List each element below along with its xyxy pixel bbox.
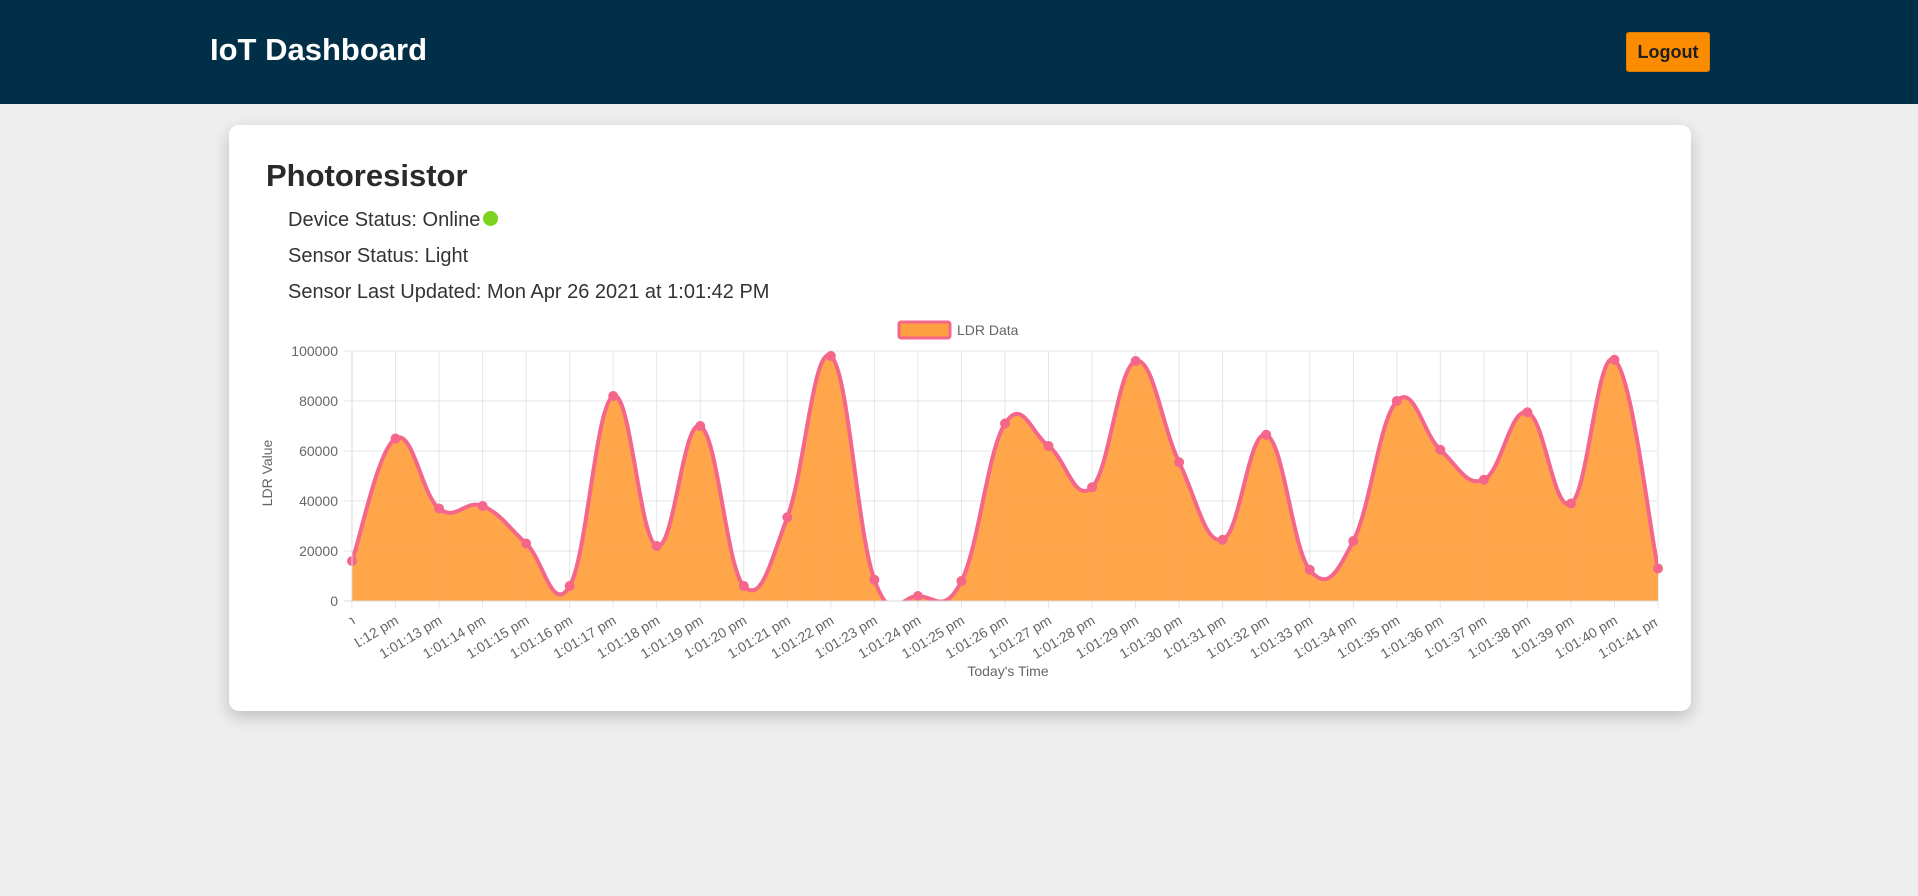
data-point[interactable] [1565, 498, 1576, 509]
data-point[interactable] [477, 501, 488, 511]
legend-label: LDR Data [957, 322, 1019, 338]
ldr-chart: LDR Data 0 20000 40000 60000 80000 100000 1:01… [259, 320, 1664, 679]
logout-button[interactable]: Logout [1626, 32, 1710, 72]
data-point[interactable] [738, 581, 749, 591]
data-point[interactable] [825, 351, 836, 361]
data-point[interactable] [1130, 356, 1141, 366]
navbar: IoT Dashboard Logout [0, 0, 1918, 104]
data-point[interactable] [608, 391, 619, 401]
data-point[interactable] [1435, 444, 1446, 455]
y-tick-label: 80000 [299, 393, 338, 409]
x-axis-label: Today's Time [967, 663, 1048, 679]
data-point[interactable] [1043, 441, 1054, 451]
data-point[interactable] [1217, 534, 1228, 545]
y-tick-label: 0 [330, 593, 338, 609]
data-point[interactable] [1478, 474, 1489, 485]
data-point[interactable] [1653, 563, 1663, 574]
data-point[interactable] [912, 591, 923, 601]
data-point[interactable] [1304, 564, 1315, 575]
legend-swatch [897, 320, 952, 340]
data-point[interactable] [390, 433, 401, 444]
y-tick-label: 20000 [299, 543, 338, 559]
y-tick-label: 100000 [291, 343, 338, 359]
data-point[interactable] [521, 538, 532, 549]
data-point[interactable] [651, 541, 662, 551]
data-point[interactable] [434, 503, 445, 514]
data-point[interactable] [782, 512, 793, 523]
x-tick-label: 1:01:11 pm [290, 612, 357, 661]
data-point[interactable] [1391, 396, 1402, 406]
data-point[interactable] [956, 576, 967, 586]
data-point[interactable] [1348, 536, 1359, 546]
data-point[interactable] [564, 581, 575, 591]
data-point[interactable] [1609, 354, 1620, 365]
data-point[interactable] [1522, 407, 1533, 418]
y-tick-label: 60000 [299, 443, 338, 459]
brand-title[interactable]: IoT Dashboard [210, 32, 427, 68]
data-point[interactable] [695, 421, 706, 431]
chart-legend[interactable]: LDR Data [897, 320, 1019, 340]
data-point[interactable] [1087, 482, 1098, 493]
y-tick-label: 40000 [299, 493, 338, 509]
data-point[interactable] [1174, 457, 1185, 468]
y-axis-label: LDR Value [259, 439, 275, 506]
data-point[interactable] [869, 574, 880, 585]
data-point[interactable] [1261, 429, 1272, 440]
data-point[interactable] [1000, 418, 1010, 429]
device-card: Photoresistor Device Status: Online Sens… [229, 125, 1691, 711]
